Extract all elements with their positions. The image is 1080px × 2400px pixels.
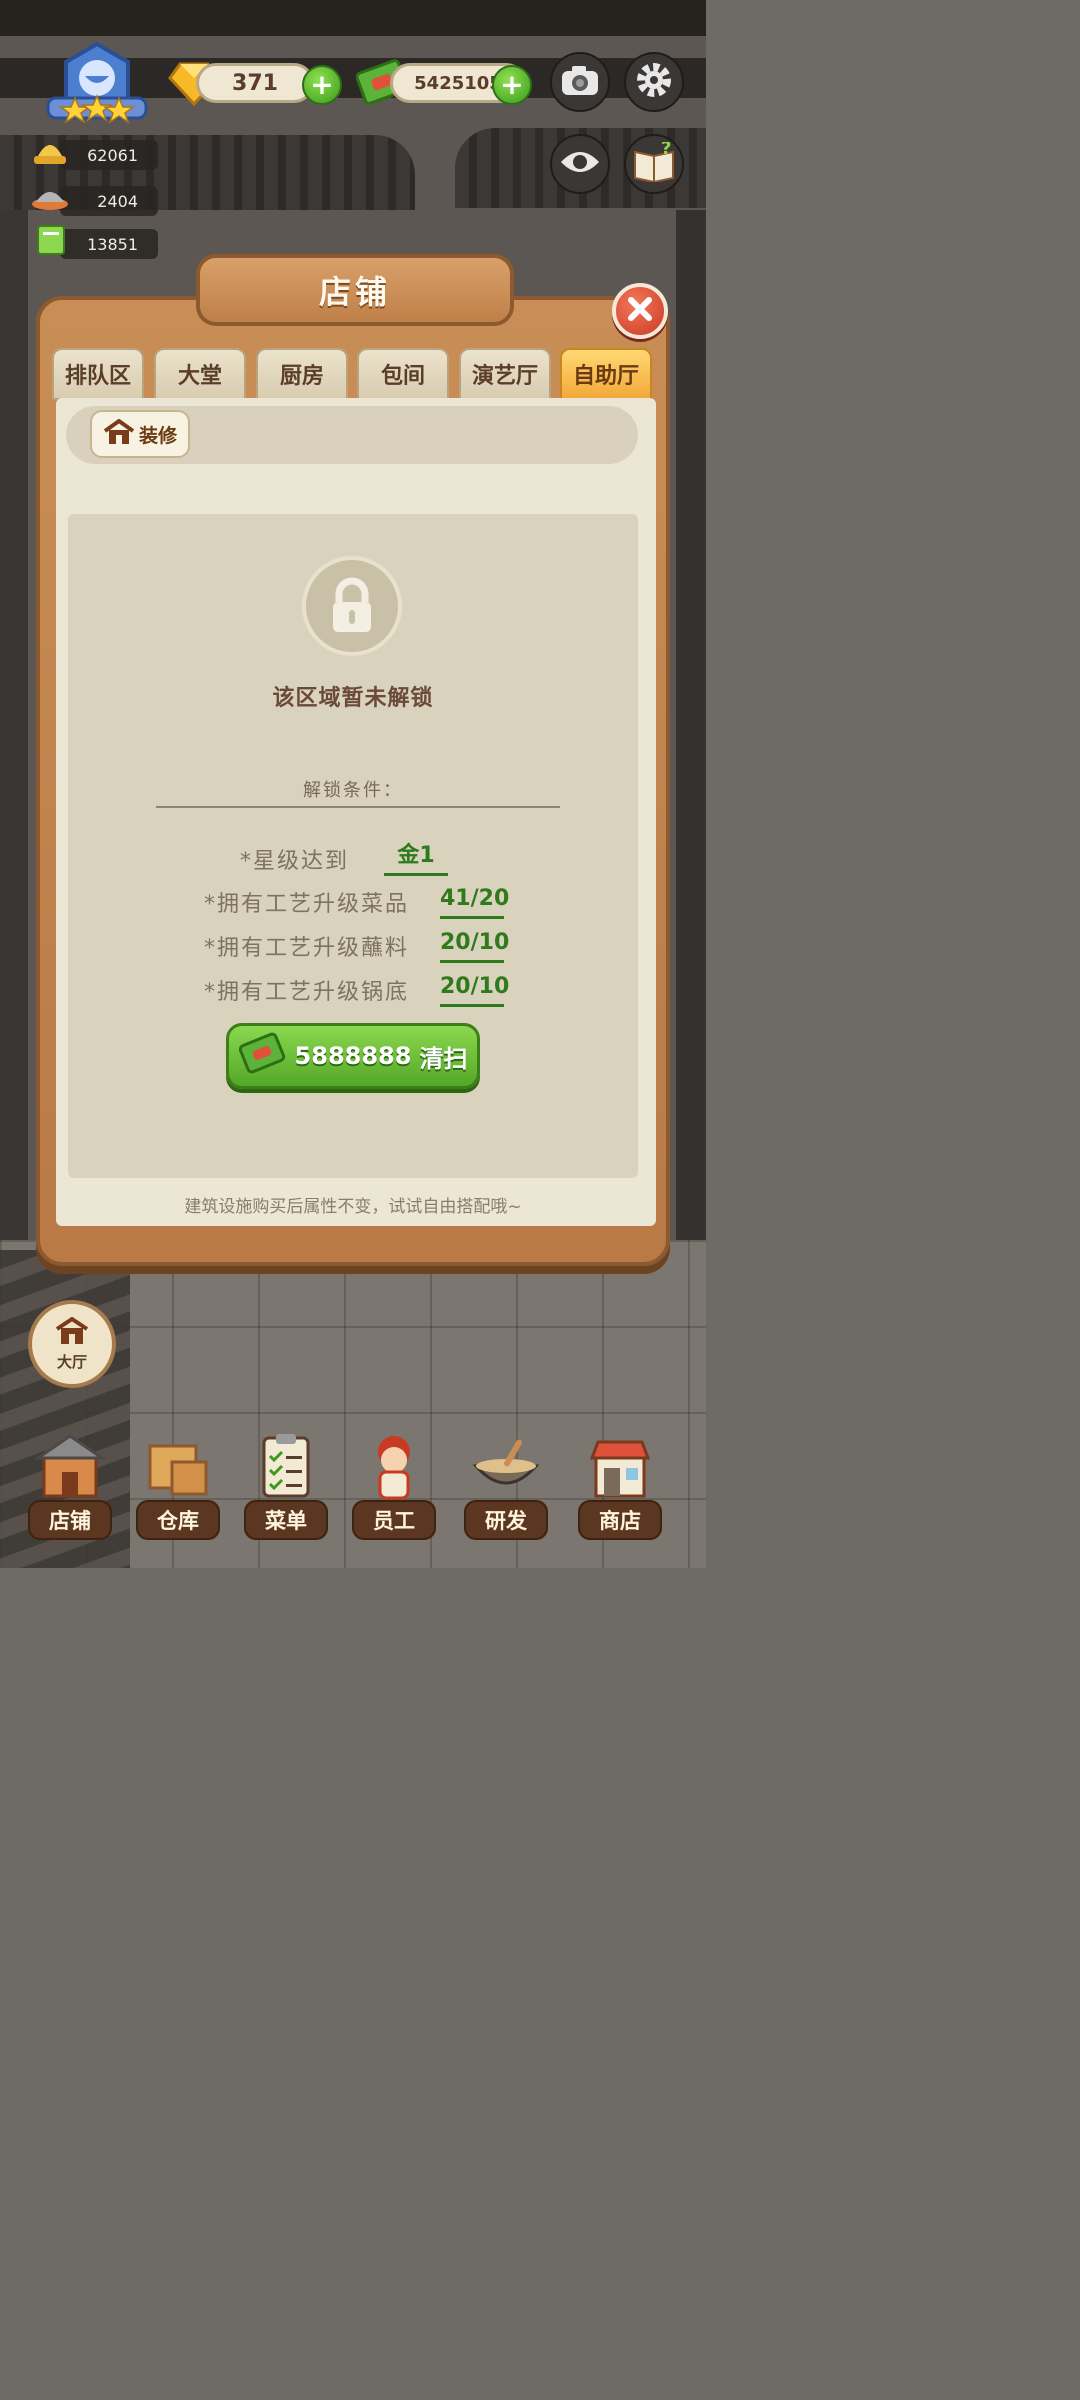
sweep-button[interactable]: 5888888 清扫 [226,1023,480,1089]
bell-icon [28,134,72,168]
menu-book-icon [28,222,72,256]
house-icon [55,1316,89,1351]
nav-label: 商店 [578,1500,662,1540]
gem-counter: 371 [196,63,314,103]
condition-value: 41/20 [440,884,509,919]
help-book-icon: ? [633,138,675,186]
hall-button[interactable]: 大厅 [28,1300,116,1388]
stat-popularity-value: 62061 [87,145,138,165]
svg-text:?: ? [661,142,671,159]
rank-badge-icon[interactable] [38,40,156,126]
nav-staff[interactable]: 员工 [344,1430,444,1540]
nav-label: 研发 [464,1500,548,1540]
divider [156,806,560,808]
tab-private-room[interactable]: 包间 [357,348,449,400]
gear-icon [634,60,674,104]
nav-label: 仓库 [136,1500,220,1540]
gem-count: 371 [232,70,278,96]
locked-message: 该区域暂未解锁 [272,686,434,711]
view-button[interactable] [550,134,610,194]
close-icon [627,296,653,326]
modal-title: 店铺 [196,254,514,326]
lock-icon [302,556,402,656]
house-icon [103,418,135,450]
camera-icon [560,63,600,101]
pillar-left [0,210,28,1240]
unlock-conditions-title: 解锁条件： [303,780,403,801]
tab-kitchen[interactable]: 厨房 [256,348,348,400]
nav-shop[interactable]: 店铺 [20,1430,120,1540]
decorate-button[interactable]: 装修 [90,410,190,458]
stat-service: 2404 [60,186,158,216]
wok-icon [470,1430,542,1502]
add-gems-button[interactable]: + [302,65,342,105]
tab-buffet-hall[interactable]: 自助厅 [560,348,652,400]
crate-icon [142,1430,214,1502]
cash-count: 5425105 [414,72,502,94]
hall-label: 大厅 [56,1352,87,1371]
storefront-icon [584,1430,656,1502]
condition-label: *拥有工艺升级锅底 [204,980,410,1005]
clipboard-icon [250,1430,322,1502]
sweep-price: 5888888 [294,1042,412,1070]
staff-icon [358,1430,430,1502]
settings-button[interactable] [624,52,684,112]
nav-label: 员工 [352,1500,436,1540]
stat-popularity: 62061 [60,140,158,170]
decorate-label: 装修 [138,424,177,447]
hint-text: 建筑设施购买后属性不变，试试自由搭配哦~ [184,1197,522,1217]
tab-performance-hall[interactable]: 演艺厅 [459,348,551,400]
tab-queue-area[interactable]: 排队区 [52,348,144,400]
eye-icon [559,148,601,180]
stat-recipes: 13851 [60,229,158,259]
condition-label: *拥有工艺升级蘸料 [204,936,410,961]
nav-warehouse[interactable]: 仓库 [128,1430,228,1540]
condition-value: 20/10 [440,972,509,1007]
condition-value: 20/10 [440,928,509,963]
roof-band [0,0,706,36]
nav-store[interactable]: 商店 [570,1430,670,1540]
cash-icon [238,1031,287,1081]
nav-label: 菜单 [244,1500,328,1540]
tab-lobby[interactable]: 大堂 [154,348,246,400]
add-cash-button[interactable]: + [492,65,532,105]
nav-menu[interactable]: 菜单 [236,1430,336,1540]
stat-service-value: 2404 [97,191,138,211]
sweep-label: 清扫 [419,1044,468,1073]
condition-label: *拥有工艺升级菜品 [204,892,410,917]
condition-value: 金1 [384,841,448,876]
camera-button[interactable] [550,52,610,112]
condition-label: *星级达到 [240,849,350,874]
nav-label: 店铺 [28,1500,112,1540]
nav-research[interactable]: 研发 [456,1430,556,1540]
guide-button[interactable]: ? [624,134,684,194]
dish-icon [28,180,72,214]
pillar-right [676,210,706,1310]
stat-recipes-value: 13851 [87,234,138,254]
close-button[interactable] [612,283,668,339]
shop-building-icon [33,1430,107,1502]
